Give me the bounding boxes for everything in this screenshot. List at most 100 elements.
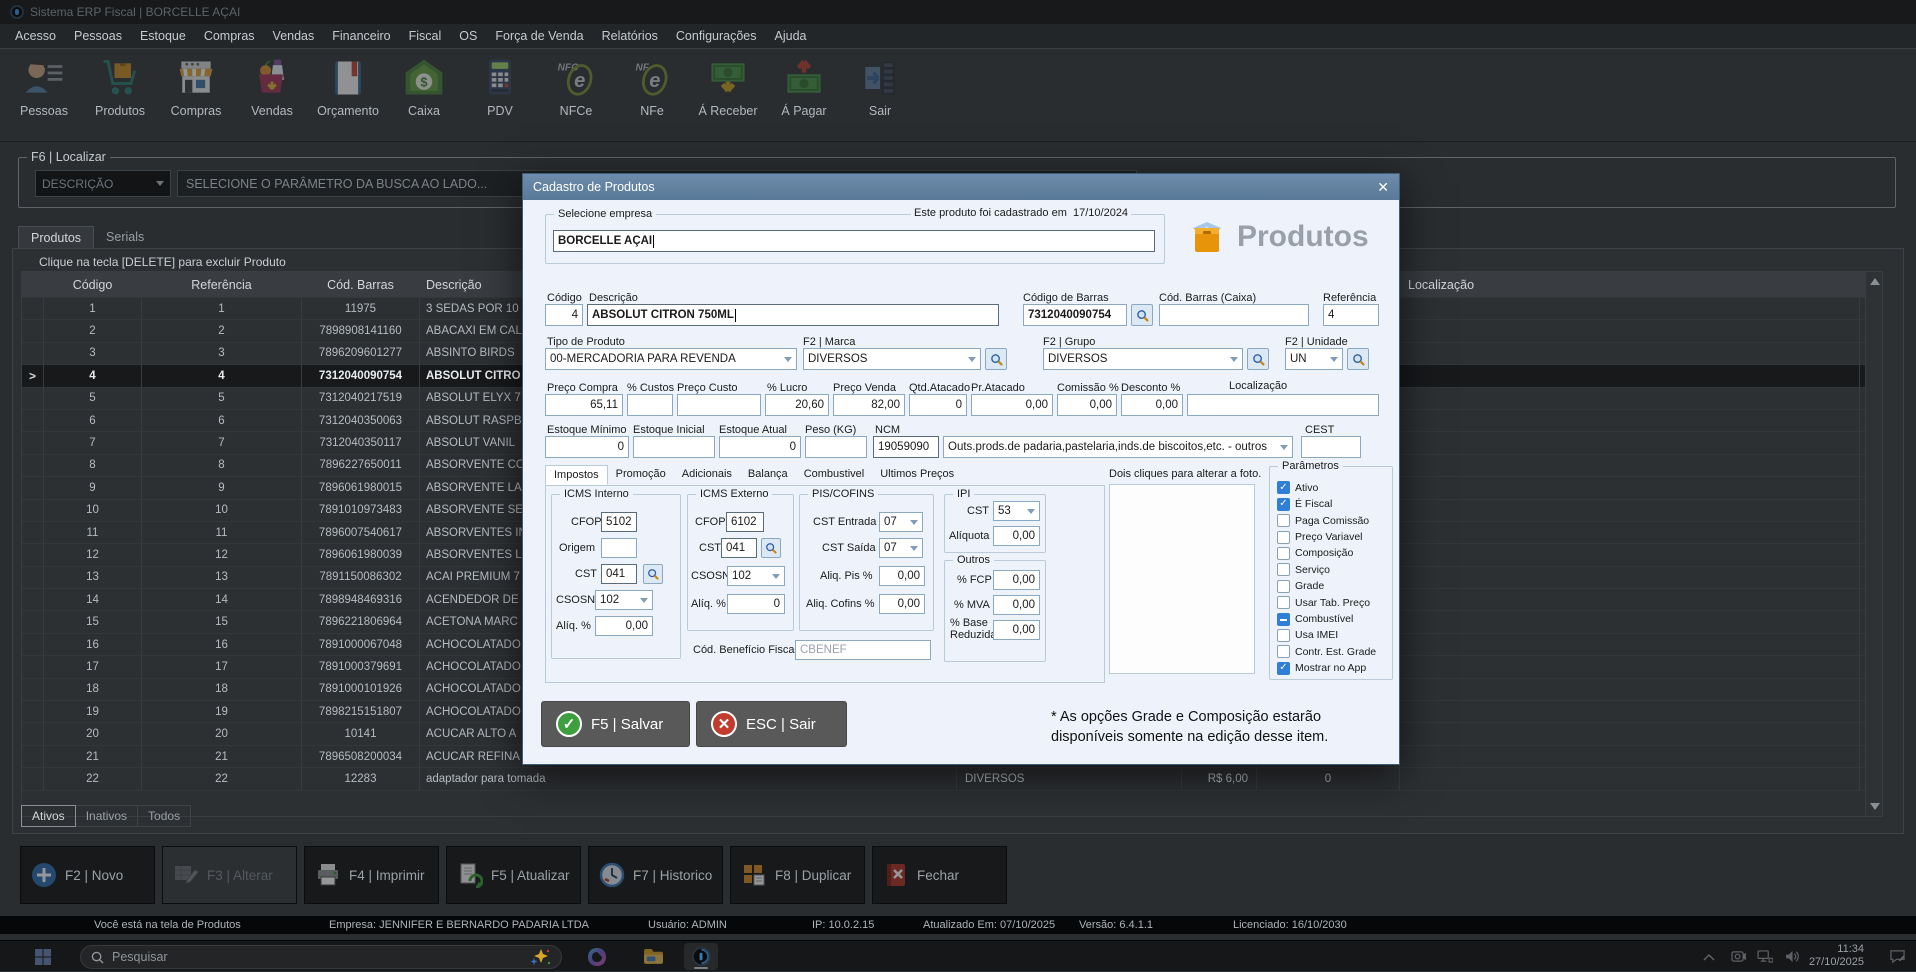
perc-lucro-input[interactable]: 20,60	[765, 394, 829, 416]
parametro-checkbox[interactable]: ✓ Composição	[1277, 547, 1389, 560]
ipi-aliquota-input[interactable]: 0,00	[993, 526, 1040, 546]
cst-entrada-select[interactable]: 07	[879, 512, 923, 532]
atualizar-button[interactable]: F5 | Atualizar	[446, 846, 581, 904]
icms-int-cst-search-button[interactable]	[643, 564, 663, 584]
dialog-close-icon[interactable]: ✕	[1377, 179, 1389, 196]
aliq-pis-input[interactable]: 0,00	[879, 566, 925, 586]
unidade-search-button[interactable]	[1347, 348, 1369, 370]
ipi-cst-select[interactable]: 53	[993, 501, 1040, 521]
icms-ext-cfop-input[interactable]: 6102	[726, 512, 764, 532]
codigo-input[interactable]: 4	[545, 304, 583, 326]
icms-ext-aliq-input[interactable]: 0	[727, 594, 785, 614]
menu-item[interactable]: Fiscal	[400, 26, 451, 46]
desconto-input[interactable]: 0,00	[1121, 394, 1183, 416]
scroll-up-icon[interactable]	[1870, 278, 1880, 285]
list-tab[interactable]: Serials	[94, 226, 156, 249]
unidade-select[interactable]: UN	[1285, 348, 1343, 370]
tray-chevron-button[interactable]	[1698, 941, 1720, 972]
filter-tab[interactable]: Todos	[138, 805, 191, 827]
filter-tab[interactable]: Ativos	[21, 805, 76, 827]
fcp-input[interactable]: 0,00	[993, 570, 1040, 590]
fechar-button[interactable]: Fechar	[872, 846, 1007, 904]
parametro-checkbox[interactable]: ✓ Preço Variavel	[1277, 531, 1389, 544]
toolbar-pagar-button[interactable]: Á Pagar	[766, 55, 842, 118]
pr-atacado-input[interactable]: 0,00	[971, 394, 1053, 416]
dialog-tab[interactable]: Adicionais	[674, 465, 740, 485]
toolbar-receber-button[interactable]: Á Receber	[690, 55, 766, 118]
comissao-input[interactable]: 0,00	[1057, 394, 1117, 416]
start-button[interactable]	[28, 941, 58, 972]
marca-select[interactable]: DIVERSOS	[803, 348, 981, 370]
dialog-tab[interactable]: Promoção	[608, 465, 674, 485]
taskbar-clock[interactable]: 11:34 27/10/2025	[1809, 943, 1864, 969]
taskbar-explorer-button[interactable]	[636, 941, 670, 972]
toolbar-pessoas-button[interactable]: Pessoas	[6, 55, 82, 118]
cst-saida-select[interactable]: 07	[879, 538, 923, 558]
menu-item[interactable]: Acesso	[6, 26, 65, 46]
dialog-tab[interactable]: Balança	[740, 465, 796, 485]
icms-ext-cst-input[interactable]: 041	[721, 538, 757, 558]
empresa-input[interactable]: BORCELLE AÇAI	[553, 230, 1155, 252]
parametro-checkbox[interactable]: ✓ É Fiscal	[1277, 498, 1389, 511]
salvar-button[interactable]: ✓ F5 | Salvar	[541, 701, 690, 747]
icms-int-aliq-input[interactable]: 0,00	[595, 616, 653, 636]
menu-item[interactable]: Pessoas	[65, 26, 131, 46]
codigo-barras-input[interactable]: 7312040090754	[1023, 304, 1127, 326]
grupo-select[interactable]: DIVERSOS	[1043, 348, 1243, 370]
product-photo-box[interactable]	[1109, 484, 1255, 674]
parametro-checkbox[interactable]: ✓ Contr. Est. Grade	[1277, 645, 1389, 658]
dialog-tab[interactable]: Ultimos Preços	[872, 465, 962, 485]
filter-tab[interactable]: Inativos	[76, 805, 138, 827]
menu-item[interactable]: Estoque	[131, 26, 195, 46]
base-reduzida-input[interactable]: 0,00	[993, 620, 1040, 640]
toolbar-nfce-button[interactable]: NFCe NFCe	[538, 55, 614, 118]
historico-button[interactable]: F7 | Historico	[588, 846, 723, 904]
menu-item[interactable]: Compras	[195, 26, 264, 46]
descricao-input[interactable]: ABSOLUT CITRON 750ML	[587, 304, 999, 326]
esc-sair-button[interactable]: ✕ ESC | Sair	[696, 701, 847, 747]
estoque-inicial-input[interactable]	[633, 436, 715, 458]
menu-item[interactable]: Relatórios	[593, 26, 667, 46]
duplicar-button[interactable]: F8 | Duplicar	[730, 846, 865, 904]
toolbar-produtos-button[interactable]: Produtos	[82, 55, 158, 118]
menu-item[interactable]: OS	[450, 26, 486, 46]
barras-caixa-input[interactable]	[1159, 304, 1309, 326]
tipo-produto-select[interactable]: 00-MERCADORIA PARA REVENDA	[545, 348, 797, 370]
mva-input[interactable]: 0,00	[993, 595, 1040, 615]
tray-speaker-icon[interactable]	[1780, 941, 1806, 972]
toolbar-vendas-button[interactable]: Vendas	[234, 55, 310, 118]
barras-search-button[interactable]	[1131, 304, 1153, 326]
toolbar-nfe-button[interactable]: NFe NFe	[614, 55, 690, 118]
notification-center-button[interactable]	[1884, 941, 1910, 972]
table-row[interactable]: > 22 22 12283 adaptador para tomada DIVE…	[22, 768, 1882, 790]
estoque-minimo-input[interactable]: 0	[545, 436, 629, 458]
toolbar-caixa-button[interactable]: $ Caixa	[386, 55, 462, 118]
tray-network-icon[interactable]	[1752, 941, 1778, 972]
search-field-selector[interactable]: DESCRIÇÃO	[35, 170, 171, 197]
menu-item[interactable]: Ajuda	[766, 26, 816, 46]
parametro-checkbox[interactable]: ✓ Usar Tab. Preço	[1277, 596, 1389, 609]
parametro-checkbox[interactable]: ✓ Mostrar no App	[1277, 662, 1389, 675]
toolbar-pdv-button[interactable]: PDV	[462, 55, 538, 118]
referencia-input[interactable]: 4	[1323, 304, 1379, 326]
toolbar-compras-button[interactable]: Compras	[158, 55, 234, 118]
novo-button[interactable]: F2 | Novo	[20, 846, 155, 904]
taskbar-search[interactable]: Pesquisar	[80, 945, 562, 969]
menu-item[interactable]: Configurações	[667, 26, 766, 46]
imprimir-button[interactable]: F4 | Imprimir	[304, 846, 439, 904]
scroll-down-icon[interactable]	[1870, 803, 1880, 810]
tray-camera-icon[interactable]	[1726, 941, 1750, 972]
preco-custo-input[interactable]	[677, 394, 761, 416]
list-tab[interactable]: Produtos	[18, 226, 94, 249]
taskbar-copilot-button[interactable]	[580, 941, 614, 972]
dialog-tab[interactable]: Impostos	[545, 465, 608, 485]
preco-compra-input[interactable]: 65,11	[545, 394, 623, 416]
icms-int-csosn-select[interactable]: 102	[595, 590, 653, 610]
ncm-descricao-select[interactable]: Outs.prods.de padaria,pastelaria,inds.de…	[943, 436, 1293, 458]
toolbar-orcamento-button[interactable]: Orçamento	[310, 55, 386, 118]
col-header-localizacao[interactable]: Localização	[1400, 272, 1860, 297]
dialog-tab[interactable]: Combustivel	[796, 465, 873, 485]
taskbar-erp-app-button[interactable]	[684, 943, 718, 970]
ncm-input[interactable]: 19059090	[873, 436, 939, 458]
parametro-checkbox[interactable]: ✓ Serviço	[1277, 563, 1389, 576]
